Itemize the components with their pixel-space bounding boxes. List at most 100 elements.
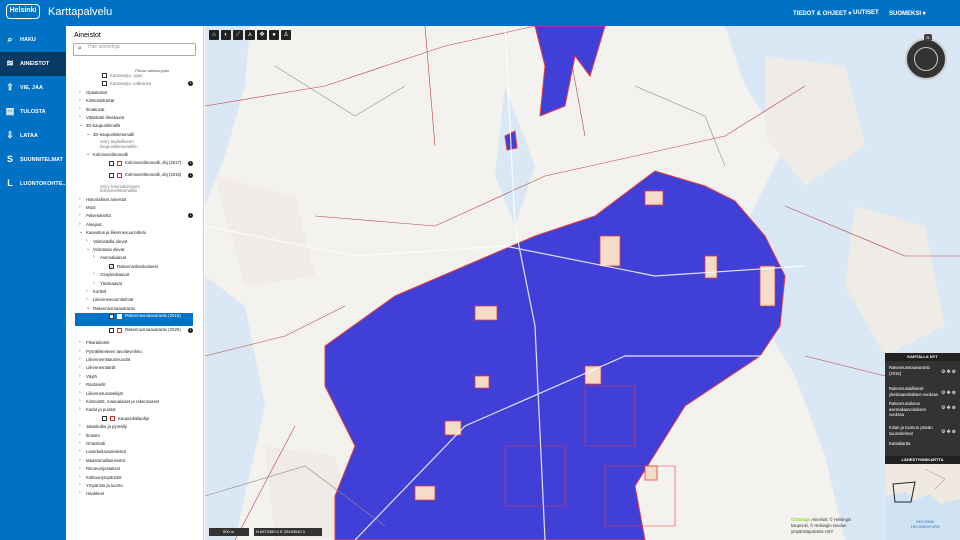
- layer-checkbox[interactable]: [109, 328, 114, 334]
- chevron-right-icon[interactable]: ›: [79, 482, 81, 488]
- layer-row[interactable]: › Ympäristö ja luonto: [75, 482, 193, 490]
- chevron-right-icon[interactable]: ›: [93, 280, 95, 286]
- layer-row[interactable]: Karttasarja, valkoinen i: [75, 80, 193, 88]
- sidebar-item-luontokohte[interactable]: L LUONTOKOHTE...: [0, 172, 67, 196]
- chevron-right-icon[interactable]: ›: [79, 89, 81, 95]
- layer-row[interactable]: › Ilmasto: [75, 432, 193, 440]
- chevron-right-icon[interactable]: ›: [79, 406, 81, 412]
- chevron-right-icon[interactable]: ›: [79, 474, 81, 480]
- chevron-right-icon[interactable]: ›: [79, 364, 81, 370]
- chevron-right-icon[interactable]: ›: [93, 271, 95, 277]
- layer-checkbox[interactable]: [102, 81, 107, 87]
- chevron-right-icon[interactable]: ›: [79, 339, 81, 345]
- layer-checkbox[interactable]: [102, 73, 107, 78]
- chevron-right-icon[interactable]: ›: [79, 448, 81, 454]
- chevron-right-icon[interactable]: ›: [79, 373, 81, 379]
- sidebar-item-tulosta[interactable]: ▤ TULOSTA: [0, 100, 66, 124]
- layer-row[interactable]: › Asemakaavat: [75, 254, 193, 262]
- layer-row[interactable]: Karttasarja, opas: [75, 72, 193, 80]
- layer-row[interactable]: › Väylä: [75, 373, 193, 381]
- layer-row[interactable]: › Pikaraitiotiet: [75, 339, 193, 347]
- layer-row[interactable]: › OmaStadi: [75, 440, 193, 448]
- chevron-down-icon[interactable]: ⌄: [86, 305, 90, 311]
- layer-checkbox[interactable]: [102, 415, 107, 421]
- layer-row[interactable]: ⌄ Kolmioverkkomalli: [75, 151, 193, 159]
- overview-map-title[interactable]: LÄHESTYMISKARTTA: [885, 456, 960, 464]
- chevron-down-icon[interactable]: ⌄: [86, 131, 90, 137]
- layer-row[interactable]: › Pyöräliikenteen tavoiteverkko: [75, 348, 193, 356]
- chevron-right-icon[interactable]: ›: [79, 356, 81, 362]
- layer-row[interactable]: › Osayleiskaavat: [75, 271, 193, 279]
- layer-row[interactable]: › Liikennemäärät: [75, 364, 193, 372]
- layer-checkbox[interactable]: [109, 172, 114, 178]
- chevron-down-icon[interactable]: ⌄: [86, 246, 90, 252]
- chevron-right-icon[interactable]: ›: [79, 204, 81, 210]
- chevron-right-icon[interactable]: ›: [79, 490, 81, 496]
- overview-map[interactable]: HELSINKI HELSINGFORS: [885, 464, 960, 540]
- sidebar-item-lataa[interactable]: ⇩ LATAA: [0, 124, 66, 148]
- active-layers-title[interactable]: KARTALLA NYT: [885, 353, 960, 361]
- chevron-right-icon[interactable]: ›: [79, 381, 81, 387]
- chevron-right-icon[interactable]: ›: [79, 106, 81, 112]
- layer-row[interactable]: ✓ Rakennuskieltoalueet: [75, 263, 193, 271]
- chevron-right-icon[interactable]: ›: [79, 390, 81, 396]
- sidebar-item-vie-jaa[interactable]: ⇪ VIE, JAA: [0, 76, 66, 100]
- layer-row[interactable]: › Ilmakuvat: [75, 106, 193, 114]
- layer-row[interactable]: Siirry fotorealistiseen kolmioverkkomall…: [75, 184, 193, 196]
- chevron-right-icon[interactable]: ›: [86, 288, 88, 294]
- layer-row[interactable]: ⌄ Rakennusmaavaranto: [75, 305, 193, 313]
- layer-row[interactable]: › Hankkeet: [75, 490, 193, 498]
- layer-row[interactable]: › Valmisteilla olevat: [75, 238, 193, 246]
- marker-icon[interactable]: ●: [269, 30, 279, 40]
- layer-row[interactable]: › Kulttuuriympäristöt: [75, 474, 193, 482]
- contrast-icon[interactable]: ◐: [221, 30, 231, 40]
- layer-controls[interactable]: ⚙✥⊗: [941, 369, 957, 375]
- layer-checkbox[interactable]: ✓: [109, 314, 114, 320]
- layer-row[interactable]: › Aluejaot: [75, 221, 193, 229]
- chevron-down-icon[interactable]: ⌄: [79, 229, 83, 235]
- layer-row[interactable]: › Liikenneturvatekijät: [75, 390, 193, 398]
- active-layer-item[interactable]: Kiitan ja tuumun päivän suunnitelmat: [889, 425, 941, 436]
- layer-row[interactable]: Siirry täydelliseen kaupunkitietomalliin: [75, 139, 193, 151]
- map-view[interactable]: ⌂ ◐ ⟋ ⋏ ✥ ● ♙ N 500 m N 6673380.0 E 25493040.0…: [205, 26, 960, 540]
- layer-row[interactable]: › Jalankulku ja pyöräily: [75, 423, 193, 431]
- chevron-right-icon[interactable]: ›: [79, 423, 81, 429]
- sidebar-item-suunnitelmat[interactable]: S SUUNNITELMAT: [0, 148, 66, 172]
- chevron-right-icon[interactable]: ›: [79, 196, 81, 202]
- chevron-right-icon[interactable]: ›: [79, 348, 81, 354]
- layer-row[interactable]: › Liikennesuunnitelmat: [75, 296, 193, 304]
- measure-area-icon[interactable]: ⋏: [245, 30, 255, 40]
- chevron-down-icon[interactable]: ⌄: [86, 151, 90, 157]
- layer-row[interactable]: › Liikennemittausmuodot: [75, 356, 193, 364]
- chevron-right-icon[interactable]: ›: [79, 221, 81, 227]
- chevron-right-icon[interactable]: ›: [93, 254, 95, 260]
- layer-checkbox[interactable]: [109, 160, 114, 166]
- move-icon[interactable]: ✥: [257, 30, 267, 40]
- active-layer-item[interactable]: Rakennusmaavaranto (2016): [889, 365, 941, 376]
- compass-rotate-control[interactable]: N: [905, 34, 947, 80]
- layer-row[interactable]: ⌄ Voimassa olevat: [75, 246, 193, 254]
- sidebar-item-aineistot[interactable]: ≋ AINEISTOT: [0, 52, 66, 76]
- layer-row[interactable]: ⌄ Kaavoitus ja liikennesuunnittelu: [75, 229, 193, 237]
- chevron-right-icon[interactable]: ›: [79, 212, 81, 218]
- info-icon[interactable]: i: [188, 160, 193, 166]
- chevron-right-icon[interactable]: ›: [79, 440, 81, 446]
- active-layer-item[interactable]: Rakennusoikeus asemakaavoituksen vuokraa: [889, 401, 941, 418]
- layer-row[interactable]: › Rinnevarjostukset: [75, 465, 193, 473]
- chevron-right-icon[interactable]: ›: [79, 97, 81, 103]
- layer-search-input[interactable]: Hae aineistoja: [73, 43, 196, 56]
- layer-row[interactable]: › Historialliset aineistot: [75, 196, 193, 204]
- layer-controls[interactable]: ⚙✥⊗: [941, 390, 957, 396]
- layer-row[interactable]: › Kortteli: [75, 288, 193, 296]
- layer-row[interactable]: › Kadut ja puistot: [75, 406, 193, 414]
- layer-row[interactable]: › Kiinteistöt, maanalaiset ja rakennukset: [75, 398, 193, 406]
- chevron-right-icon[interactable]: ›: [79, 432, 81, 438]
- layer-controls[interactable]: ⚙✥⊗: [941, 405, 957, 411]
- layer-row[interactable]: Kolmioverkkomalli, obj (2015) i: [75, 172, 193, 180]
- layer-row[interactable]: Rakennusmaavaranto (2020) i: [75, 327, 193, 335]
- nav-language[interactable]: SUOMEKSI ▾: [889, 10, 926, 17]
- helsinki-logo[interactable]: Helsinki: [6, 4, 40, 19]
- layer-row[interactable]: › Maastomalliaineistot: [75, 457, 193, 465]
- person-icon[interactable]: ♙: [281, 30, 291, 40]
- layer-row[interactable]: › Rantareitit: [75, 381, 193, 389]
